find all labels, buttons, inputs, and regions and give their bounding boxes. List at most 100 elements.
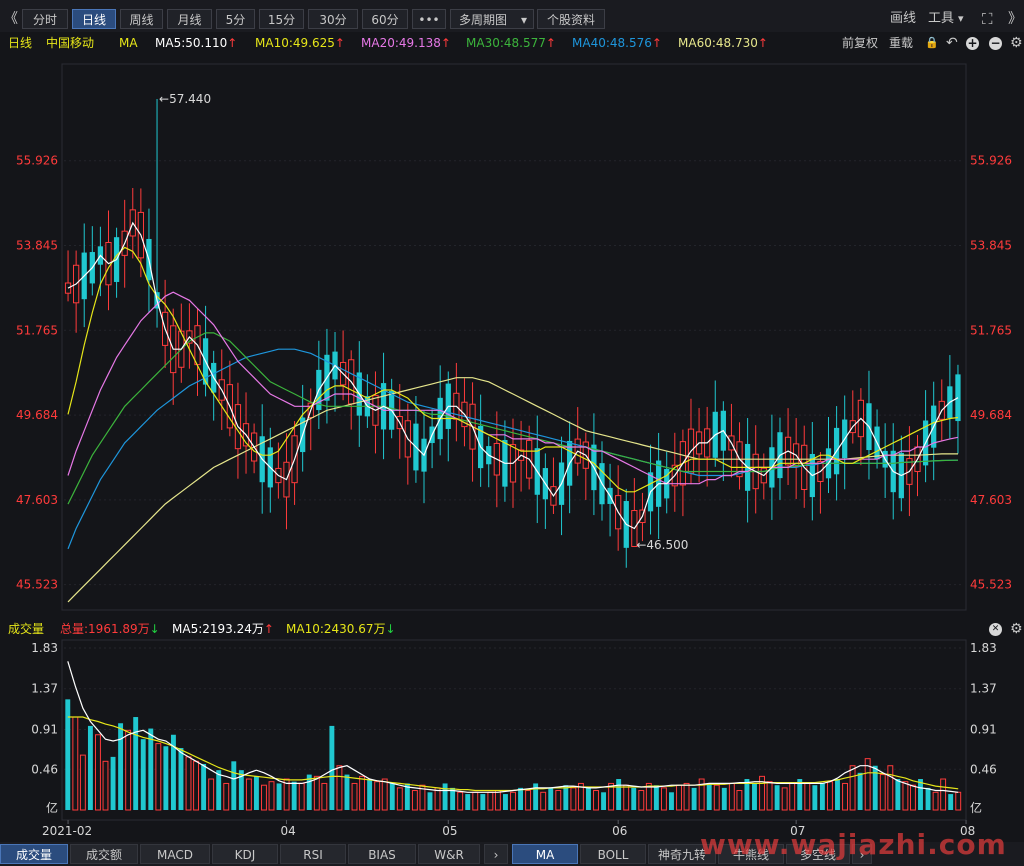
volume-bar-up <box>540 791 547 811</box>
price-tick-right: 49.684 <box>970 408 1012 422</box>
zoom-out-icon[interactable]: − <box>989 37 1002 50</box>
volume-bar-up <box>72 716 79 811</box>
draw-line-button[interactable]: 画线 <box>890 10 916 28</box>
indicator-tab-4[interactable]: RSI <box>280 844 346 864</box>
volume-bar-down <box>231 761 237 810</box>
indicator-tab-1[interactable]: 成交额 <box>70 844 138 864</box>
volume-bar-down <box>706 783 712 810</box>
volume-bar-up <box>457 791 464 811</box>
volume-bar-up <box>381 778 388 811</box>
indicator-tab-8[interactable]: MA <box>512 844 578 864</box>
volume-bar-down <box>752 783 757 810</box>
volume-bar-up <box>940 778 947 811</box>
volume-bar-down <box>503 794 508 810</box>
period-tab-6[interactable]: 30分 <box>308 9 358 29</box>
indicator-tab-5[interactable]: BIAS <box>348 844 416 864</box>
period-tab-5[interactable]: 15分 <box>259 9 304 29</box>
volume-bar-up <box>208 778 215 811</box>
zoom-in-icon[interactable]: + <box>966 37 979 50</box>
volume-bar-up <box>472 791 479 811</box>
period-tab-2[interactable]: 周线 <box>120 9 163 29</box>
volume-bar-up <box>593 790 599 811</box>
volume-bar-up <box>193 760 200 811</box>
tools-dropdown-icon[interactable]: ▾ <box>958 10 964 28</box>
volume-bar-up <box>298 782 305 811</box>
lock-icon[interactable]: 🔒 <box>925 34 939 52</box>
close-volume-icon[interactable]: ✕ <box>989 623 1002 636</box>
volume-bar-down <box>140 739 146 810</box>
volume-bar-down <box>65 699 71 810</box>
date-label: 06 <box>612 824 627 838</box>
price-tick-left: 49.684 <box>16 408 58 422</box>
volume-bar-down <box>253 776 259 810</box>
price-tick-right: 53.845 <box>970 239 1012 253</box>
ma5-value: MA5:50.110↑ <box>155 36 238 50</box>
volume-bar-down <box>306 774 312 810</box>
stock-name: 中国移动 <box>46 36 95 50</box>
period-tab-1[interactable]: 日线 <box>72 9 116 29</box>
ma-label[interactable]: MA <box>119 34 138 52</box>
volume-bar-down <box>653 785 659 810</box>
fullscreen-icon[interactable]: ⛶ <box>982 10 993 28</box>
price-axis: 55.926 55.926 53.845 53.845 51.765 51.765 49.6… <box>16 154 1012 592</box>
period-tab-7[interactable]: 60分 <box>362 9 408 29</box>
indicator-tab-2[interactable]: MACD <box>140 844 210 864</box>
price-tick-right: 45.523 <box>970 578 1012 592</box>
period-tab-3[interactable]: 月线 <box>167 9 212 29</box>
indicator-tab-6[interactable]: W&R <box>418 844 480 864</box>
volume-bar-down <box>389 783 395 810</box>
multi-period-dropdown[interactable]: 多周期图 ▾ <box>450 9 534 29</box>
volume-tick-right: 1.83 <box>970 641 997 655</box>
indicator-tab-9[interactable]: BOLL <box>580 844 646 864</box>
volume-bar-down <box>835 779 840 810</box>
volume-bar-down <box>133 717 139 810</box>
volume-unit-left: 亿 <box>46 800 58 815</box>
toolbar: 《 分时 日线 周线 月线 5分 15分 30分 60分 ••• 多周期图 ▾ 个股资料 画线… <box>0 0 1024 32</box>
volume-total: 总量:1961.89万↓ <box>60 622 160 636</box>
volume-bar-up <box>125 729 132 811</box>
volume-bar-up <box>434 787 441 811</box>
volume-bar-down <box>216 770 222 810</box>
period-tab-4[interactable]: 5分 <box>216 9 255 29</box>
volume-bar-down <box>291 781 297 810</box>
volume-bar-down <box>548 787 554 810</box>
volume-bar-up <box>95 734 101 811</box>
period-tab-0[interactable]: 分时 <box>22 9 68 29</box>
more-periods-button[interactable]: ••• <box>412 9 446 29</box>
indicator-tab-0[interactable]: 成交量 <box>0 844 68 864</box>
indicator-tab-3[interactable]: KDJ <box>212 844 278 864</box>
volume-bar-down <box>178 748 184 810</box>
ma-lines <box>67 221 959 603</box>
candlestick-chart[interactable]: 55.926 55.926 53.845 53.845 51.765 51.765 49.6… <box>0 54 1024 614</box>
indicator-tab-7[interactable]: › <box>484 844 508 864</box>
volume-bar-up <box>494 790 501 811</box>
volume-bar-down <box>586 787 591 810</box>
volume-bar-down <box>87 725 93 810</box>
stock-info-button[interactable]: 个股资料 <box>537 9 605 29</box>
forward-arrow-icon[interactable]: 》 <box>1008 10 1022 28</box>
volume-bar-up <box>676 784 682 811</box>
volume-settings-icon[interactable]: ⚙ <box>1010 620 1023 638</box>
overlay-button[interactable]: 重载 <box>889 34 913 52</box>
volume-bar-up <box>155 743 162 811</box>
volume-title[interactable]: 成交量 <box>8 620 44 638</box>
tools-button[interactable]: 工具 <box>928 10 954 28</box>
volume-chart[interactable]: 1.83 1.83 1.37 1.37 0.91 0.91 0.46 0.46 亿 亿 2021-… <box>0 638 1024 842</box>
adjust-button[interactable]: 前复权 <box>842 34 878 52</box>
volume-bar-down <box>118 723 124 810</box>
volume-bar-up <box>555 790 562 811</box>
volume-bar-down <box>427 792 433 810</box>
undo-icon[interactable]: ↶ <box>946 34 958 52</box>
volume-bar-down <box>163 746 169 810</box>
back-arrow-icon[interactable]: 《 <box>4 10 18 28</box>
settings-icon[interactable]: ⚙ <box>1010 34 1023 52</box>
volume-bar-down <box>631 787 637 810</box>
volume-bar-down <box>480 794 486 810</box>
volume-bar-down <box>895 779 901 810</box>
volume-bar-up <box>766 781 773 811</box>
volume-tick-right: 0.91 <box>970 722 997 736</box>
volume-bar-up <box>359 775 366 811</box>
price-tick-right: 51.765 <box>970 323 1012 337</box>
volume-bar-up <box>842 782 848 811</box>
volume-tick-left: 1.83 <box>31 641 58 655</box>
